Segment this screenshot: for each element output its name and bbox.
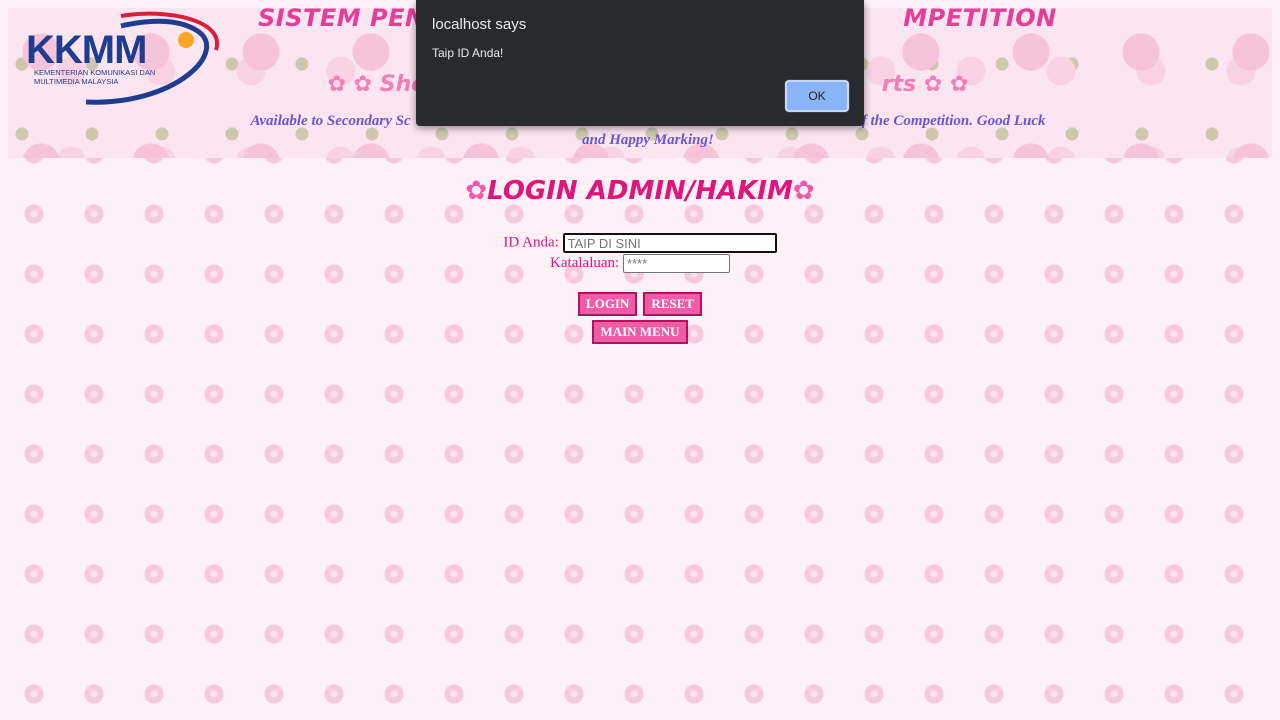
- id-input[interactable]: [562, 233, 777, 253]
- flower-icon: ✿: [792, 176, 815, 206]
- alert-ok-button[interactable]: OK: [785, 80, 849, 112]
- alert-title: localhost says: [432, 16, 527, 33]
- login-heading-text: LOGIN ADMIN/HAKIM: [487, 176, 793, 206]
- login-heading: ✿LOGIN ADMIN/HAKIM✿: [0, 176, 1280, 206]
- banner-subtitle-right: rts ✿ ✿: [881, 72, 969, 97]
- password-input[interactable]: [622, 254, 730, 273]
- banner-title-left: SISTEM PEN: [258, 8, 426, 32]
- banner-subtitle-left: ✿ ✿ Sho: [327, 72, 427, 97]
- action-buttons: LOGIN RESET: [0, 292, 1280, 316]
- id-row: ID Anda:: [0, 233, 1280, 253]
- login-button[interactable]: LOGIN: [578, 292, 638, 316]
- alert-dialog: localhost says Taip ID Anda! OK: [416, 0, 864, 126]
- logo-text: KKMM: [26, 28, 147, 72]
- logo-subtitle: KEMENTERIAN KOMUNIKASI DAN MULTIMEDIA MA…: [34, 68, 156, 86]
- kkmm-logo: KKMM KEMENTERIAN KOMUNIKASI DAN MULTIMED…: [26, 10, 226, 110]
- flower-icon: ✿: [465, 176, 488, 206]
- main-menu-button[interactable]: MAIN MENU: [592, 320, 688, 344]
- reset-button[interactable]: RESET: [643, 292, 702, 316]
- alert-message: Taip ID Anda!: [432, 46, 504, 60]
- password-row: Katalaluan:: [0, 254, 1280, 273]
- banner-title-right: MPETITION: [903, 8, 1057, 32]
- password-label: Katalaluan:: [550, 254, 620, 271]
- id-label: ID Anda:: [503, 234, 559, 251]
- menu-button-row: MAIN MENU: [0, 320, 1280, 344]
